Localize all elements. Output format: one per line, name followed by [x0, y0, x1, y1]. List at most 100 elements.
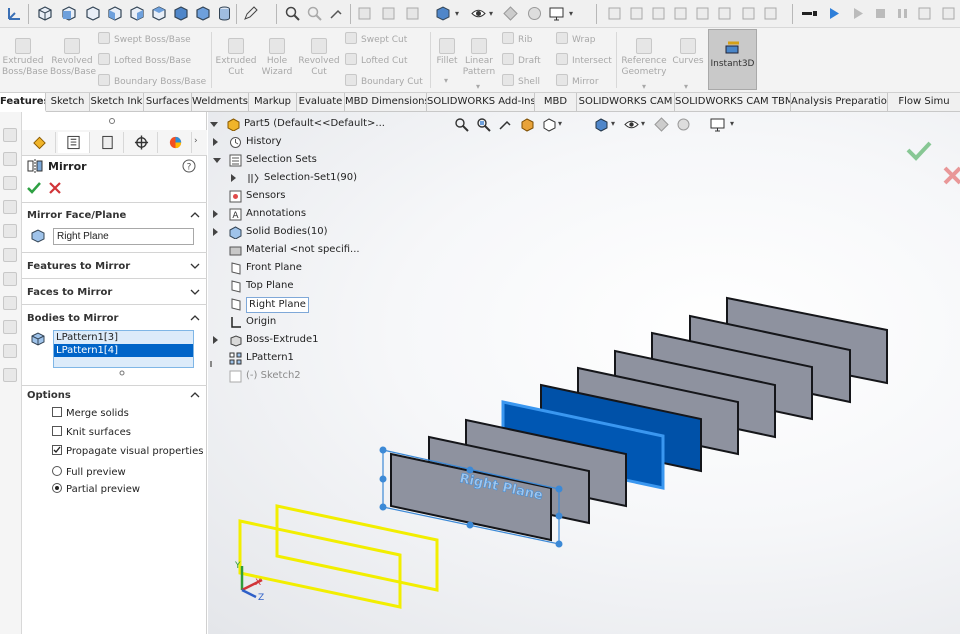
section-view-icon[interactable]: [520, 117, 535, 132]
chevron-up-icon[interactable]: [190, 313, 200, 323]
previous-view-icon[interactable]: [328, 5, 345, 22]
plane-handle[interactable]: [379, 446, 387, 454]
tab-mbd-dimensions[interactable]: MBD Dimensions: [345, 93, 427, 112]
hide-show-items-icon[interactable]: [654, 117, 669, 132]
merge-solids-option[interactable]: Merge solids: [52, 407, 129, 421]
boundary-cut-button[interactable]: Boundary Cut: [345, 74, 423, 88]
zoom-fit-icon[interactable]: [284, 5, 301, 22]
model-viewport[interactable]: Right Plane Y X Z: [208, 112, 960, 634]
intersect-button[interactable]: Intersect: [556, 53, 612, 67]
boundary-boss-button[interactable]: Boundary Boss/Base: [98, 74, 206, 88]
full-preview-radio[interactable]: [52, 466, 62, 476]
tab-evaluate[interactable]: Evaluate: [297, 93, 345, 112]
cube-front-icon[interactable]: [60, 5, 77, 22]
display-manager-tab-icon[interactable]: [160, 132, 192, 153]
reference-geometry-button[interactable]: Reference Geometry: [620, 32, 668, 78]
tab-solidworks-cam-tbm[interactable]: SOLIDWORKS CAM TBM: [675, 93, 791, 112]
cube-iso-icon[interactable]: [194, 5, 211, 22]
cylinder-icon[interactable]: [216, 5, 233, 22]
draft-button[interactable]: Draft: [502, 53, 541, 67]
chevron-up-icon[interactable]: [190, 390, 200, 400]
tab-surfaces[interactable]: Surfaces: [144, 93, 192, 112]
chevron-up-icon[interactable]: [190, 210, 200, 220]
strip-tool-icon[interactable]: [3, 176, 17, 190]
tab-solidworks-add-ins[interactable]: SOLIDWORKS Add-Ins: [427, 93, 535, 112]
linear-pattern-button[interactable]: Linear Pattern: [462, 32, 496, 78]
tab-sketch-ink[interactable]: Sketch Ink: [90, 93, 144, 112]
view-settings-icon[interactable]: [548, 5, 565, 22]
swept-boss-button[interactable]: Swept Boss/Base: [98, 32, 191, 46]
edit-appearance-icon[interactable]: [502, 5, 519, 22]
propagate-visual-option[interactable]: Propagate visual properties: [52, 445, 203, 459]
coordinate-system-icon[interactable]: [6, 5, 23, 22]
tab-analysis-preparation[interactable]: Analysis Preparation: [791, 93, 888, 112]
zoom-to-fit-icon[interactable]: [454, 117, 469, 132]
tree-expand-icon[interactable]: [231, 174, 236, 182]
geometric-tolerance-icon[interactable]: [694, 5, 711, 22]
tab-mbd[interactable]: MBD: [535, 93, 577, 112]
instant3d-button[interactable]: Instant3D: [708, 29, 757, 90]
strip-tool-icon[interactable]: [3, 344, 17, 358]
shell-button[interactable]: Shell: [502, 74, 540, 88]
tree-expand-icon[interactable]: [213, 336, 218, 344]
wrap-button[interactable]: Wrap: [556, 32, 595, 46]
rib-button[interactable]: Rib: [502, 32, 532, 46]
macro-edit-icon[interactable]: [916, 5, 933, 22]
manager-tabs-more-icon[interactable]: ›: [194, 136, 198, 146]
display-style-dropdown-icon[interactable]: ▾: [641, 119, 645, 128]
features-to-mirror-section-header[interactable]: Features to Mirror: [27, 259, 202, 275]
tree-expand-icon[interactable]: [213, 138, 218, 146]
bodies-to-mirror-list[interactable]: LPattern1[3] LPattern1[4]: [53, 330, 194, 368]
tab-weldments[interactable]: Weldments: [192, 93, 249, 112]
cube-bottom-icon[interactable]: [172, 5, 189, 22]
tree-expand-icon[interactable]: [213, 210, 218, 218]
knit-surfaces-checkbox[interactable]: [52, 426, 62, 436]
view-selector-icon[interactable]: [542, 117, 557, 132]
hole-wizard-button[interactable]: Hole Wizard: [258, 32, 296, 78]
view-selector-dropdown-icon[interactable]: ▾: [558, 119, 562, 128]
plane-handle[interactable]: [379, 475, 387, 483]
cancel-x-icon[interactable]: [49, 182, 61, 194]
plane-handle[interactable]: [379, 503, 387, 511]
tab-sketch[interactable]: Sketch: [46, 93, 90, 112]
graphics-area[interactable]: Right Plane Y X Z: [208, 112, 960, 634]
list-item[interactable]: LPattern1[4]: [54, 344, 193, 357]
bodies-to-mirror-section-header[interactable]: Bodies to Mirror: [27, 311, 202, 327]
chevron-down-icon[interactable]: [190, 287, 200, 297]
strip-tool-icon[interactable]: [3, 248, 17, 262]
dynamic-annotation-icon[interactable]: [380, 5, 397, 22]
plane-handle[interactable]: [555, 485, 563, 493]
lofted-boss-button[interactable]: Lofted Boss/Base: [98, 53, 191, 67]
mirror-plane-field[interactable]: [53, 228, 194, 245]
datum-icon[interactable]: [672, 5, 689, 22]
full-preview-option[interactable]: Full preview: [52, 466, 126, 480]
dimxpert-tab-icon[interactable]: [126, 132, 158, 153]
macro-play-icon[interactable]: [850, 5, 867, 22]
apply-scene-icon[interactable]: [526, 5, 543, 22]
strip-tool-icon[interactable]: [3, 296, 17, 310]
display-style-icon[interactable]: [434, 5, 451, 22]
cube-top-icon[interactable]: [150, 5, 167, 22]
faces-to-mirror-section-header[interactable]: Faces to Mirror: [27, 285, 202, 301]
linear-pattern-dropdown-icon[interactable]: ▾: [476, 82, 480, 91]
tab-features[interactable]: Features: [0, 93, 46, 112]
cube-icon[interactable]: [36, 5, 53, 22]
hide-show-dropdown-icon[interactable]: ▾: [489, 9, 493, 18]
record-macro-icon[interactable]: [800, 5, 820, 22]
view-orientation-icon[interactable]: [594, 117, 609, 132]
macro-new-icon[interactable]: [940, 5, 957, 22]
propagate-visual-checkbox[interactable]: [52, 445, 62, 455]
confirm-ok-icon[interactable]: [906, 141, 932, 161]
view-settings-dropdown-icon[interactable]: ▾: [730, 119, 734, 128]
hole-callout-icon[interactable]: [740, 5, 757, 22]
plane-handle[interactable]: [466, 521, 474, 529]
reference-geometry-dropdown-icon[interactable]: ▾: [642, 82, 646, 91]
view-settings-icon[interactable]: [710, 117, 725, 132]
view-orientation-dropdown-icon[interactable]: ▾: [611, 119, 615, 128]
plane-handle[interactable]: [555, 540, 563, 548]
section-view-icon[interactable]: [356, 5, 373, 22]
strip-tool-icon[interactable]: [3, 368, 17, 382]
tab-flow-simu[interactable]: Flow Simu: [888, 93, 960, 112]
swept-cut-button[interactable]: Swept Cut: [345, 32, 407, 46]
strip-tool-icon[interactable]: [3, 152, 17, 166]
